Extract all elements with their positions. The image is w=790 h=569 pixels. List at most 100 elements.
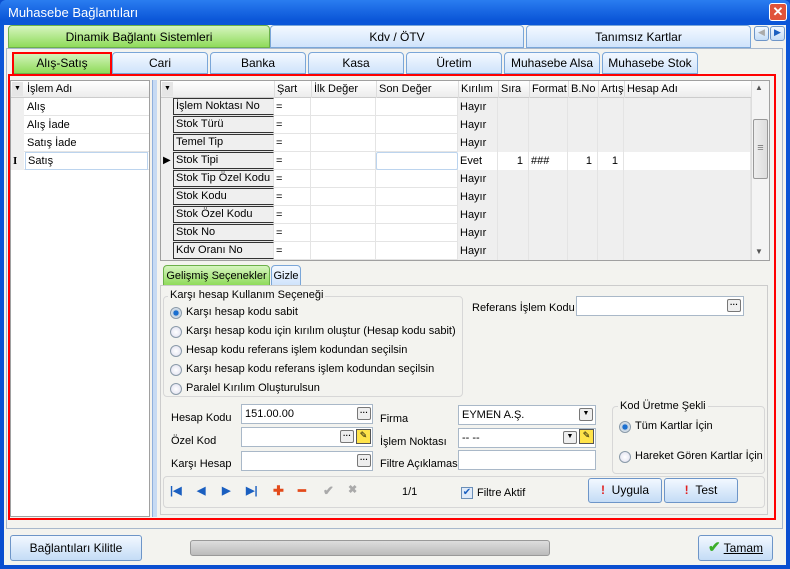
cell-sira[interactable]	[498, 134, 529, 152]
ellipsis-icon[interactable]: ···	[357, 407, 371, 420]
tab-tanimsiz-kartlar[interactable]: Tanımsız Kartlar	[526, 25, 751, 48]
uygula-button[interactable]: ! Uygula	[588, 478, 662, 503]
cell-sira[interactable]	[498, 170, 529, 188]
cell-sira[interactable]	[498, 98, 529, 116]
cell-bno[interactable]	[568, 170, 598, 188]
field-name[interactable]: Stok Kodu	[173, 188, 274, 205]
post-record-icon[interactable]: ✔	[323, 483, 334, 499]
cell-artis[interactable]	[598, 170, 624, 188]
cell-hesap[interactable]	[624, 134, 751, 152]
cell-son[interactable]	[376, 206, 458, 224]
cell-kirilim[interactable]: Hayır	[458, 98, 498, 116]
cell-sira[interactable]	[498, 224, 529, 242]
cell-artis[interactable]	[598, 206, 624, 224]
cell-kirilim[interactable]: Hayır	[458, 242, 498, 260]
field-name[interactable]: Stok Özel Kodu	[173, 206, 274, 223]
field-name[interactable]: Stok Türü	[173, 116, 274, 133]
column-hesap[interactable]: Hesap Adı	[624, 81, 751, 98]
tab-kasa[interactable]: Kasa	[308, 52, 404, 74]
tab-cari[interactable]: Cari	[112, 52, 208, 74]
radio-button[interactable]	[619, 421, 631, 433]
tab-scroll-left-icon[interactable]: ◀	[754, 26, 769, 41]
referans-input[interactable]	[576, 296, 744, 316]
radio-button[interactable]	[170, 364, 182, 376]
cell-sart[interactable]: =	[274, 116, 311, 134]
column-sart[interactable]: Şart	[274, 81, 311, 98]
cancel-record-icon[interactable]: ✖	[348, 483, 357, 496]
field-name[interactable]: İşlem Noktası No	[173, 98, 274, 115]
cell-hesap[interactable]	[624, 242, 751, 260]
cell-sira[interactable]	[498, 242, 529, 260]
scroll-thumb[interactable]: ≡	[753, 119, 768, 179]
radio-button[interactable]	[170, 345, 182, 357]
column-menu-icon[interactable]: ▼	[162, 82, 173, 96]
cell-sira[interactable]	[498, 206, 529, 224]
next-record-icon[interactable]: ▶	[222, 484, 230, 497]
scroll-down-icon[interactable]: ▼	[755, 247, 763, 256]
cell-kirilim[interactable]: Hayır	[458, 116, 498, 134]
tab-dinamik[interactable]: Dinamik Bağlantı Sistemleri	[8, 25, 270, 48]
field-name[interactable]: Stok Tip Özel Kodu	[173, 170, 274, 187]
first-record-icon[interactable]: |◀	[170, 484, 182, 497]
cell-bno[interactable]: 1	[568, 152, 598, 170]
scroll-up-icon[interactable]: ▲	[755, 83, 763, 92]
cell-sira[interactable]: 1	[498, 152, 529, 170]
cell-hesap[interactable]	[624, 170, 751, 188]
cell-format[interactable]	[529, 116, 568, 134]
cell-artis[interactable]: 1	[598, 152, 624, 170]
field-name[interactable]: Kdv Oranı No	[173, 242, 274, 259]
radio-button[interactable]	[619, 451, 631, 463]
cell-kirilim[interactable]: Hayır	[458, 170, 498, 188]
tab-gelismis-secenekler[interactable]: Gelişmiş Seçenekler	[163, 265, 270, 286]
cell-son[interactable]	[376, 224, 458, 242]
filtre-aktif-checkbox[interactable]: ✔	[461, 487, 473, 499]
table-row[interactable]: Stok Tip Özel Kodu = Hayır	[161, 170, 751, 188]
add-record-icon[interactable]: ✚	[273, 483, 284, 499]
cell-sira[interactable]	[498, 116, 529, 134]
table-row[interactable]: Stok Özel Kodu = Hayır	[161, 206, 751, 224]
cell-hesap[interactable]	[624, 224, 751, 242]
column-islem-adi[interactable]: İşlem Adı	[25, 80, 72, 98]
cell-ilk[interactable]	[311, 98, 376, 116]
cell-format[interactable]	[529, 188, 568, 206]
column-artis[interactable]: Artış	[598, 81, 624, 98]
cell-format[interactable]	[529, 134, 568, 152]
splitter[interactable]	[152, 80, 157, 517]
cell-hesap[interactable]	[624, 206, 751, 224]
cell-sart[interactable]: =	[274, 206, 311, 224]
cell-sart[interactable]: =	[274, 188, 311, 206]
cell-format[interactable]	[529, 224, 568, 242]
delete-record-icon[interactable]: ━	[298, 483, 306, 499]
cell-bno[interactable]	[568, 134, 598, 152]
radio-button[interactable]	[170, 307, 182, 319]
baglantilari-kilitle-button[interactable]: Bağlantıları Kilitle	[10, 535, 142, 561]
cell-bno[interactable]	[568, 206, 598, 224]
cell-sart[interactable]: =	[274, 242, 311, 260]
cell-bno[interactable]	[568, 242, 598, 260]
table-row[interactable]: Kdv Oranı No = Hayır	[161, 242, 751, 260]
cell-ilk[interactable]	[311, 116, 376, 134]
ellipsis-icon[interactable]: ···	[357, 454, 371, 467]
cell-format[interactable]	[529, 206, 568, 224]
cell-kirilim[interactable]: Hayır	[458, 134, 498, 152]
cell-kirilim[interactable]: Hayır	[458, 188, 498, 206]
karsi-hesap-input[interactable]	[241, 451, 373, 471]
wizard-icon[interactable]: ✎	[579, 429, 594, 444]
cell-artis[interactable]	[598, 224, 624, 242]
cell-ilk[interactable]	[311, 134, 376, 152]
cell-son[interactable]	[376, 170, 458, 188]
last-record-icon[interactable]: ▶|	[246, 484, 258, 497]
ellipsis-icon[interactable]: ···	[727, 299, 741, 312]
tab-muhasebe-alsa[interactable]: Muhasebe Alsa	[504, 52, 600, 74]
cell-format[interactable]: ###	[529, 152, 568, 170]
list-item[interactable]: Alış İade	[11, 116, 149, 134]
column-ilk[interactable]: İlk Değer	[311, 81, 376, 98]
cell-son[interactable]	[376, 188, 458, 206]
hesap-kodu-input[interactable]: 151.00.00	[241, 404, 373, 424]
cell-son[interactable]	[376, 98, 458, 116]
cell-artis[interactable]	[598, 242, 624, 260]
cell-kirilim[interactable]: Evet	[458, 152, 498, 170]
cell-bno[interactable]	[568, 188, 598, 206]
cell-sart[interactable]: =	[274, 170, 311, 188]
list-item[interactable]: Alış	[11, 98, 149, 116]
